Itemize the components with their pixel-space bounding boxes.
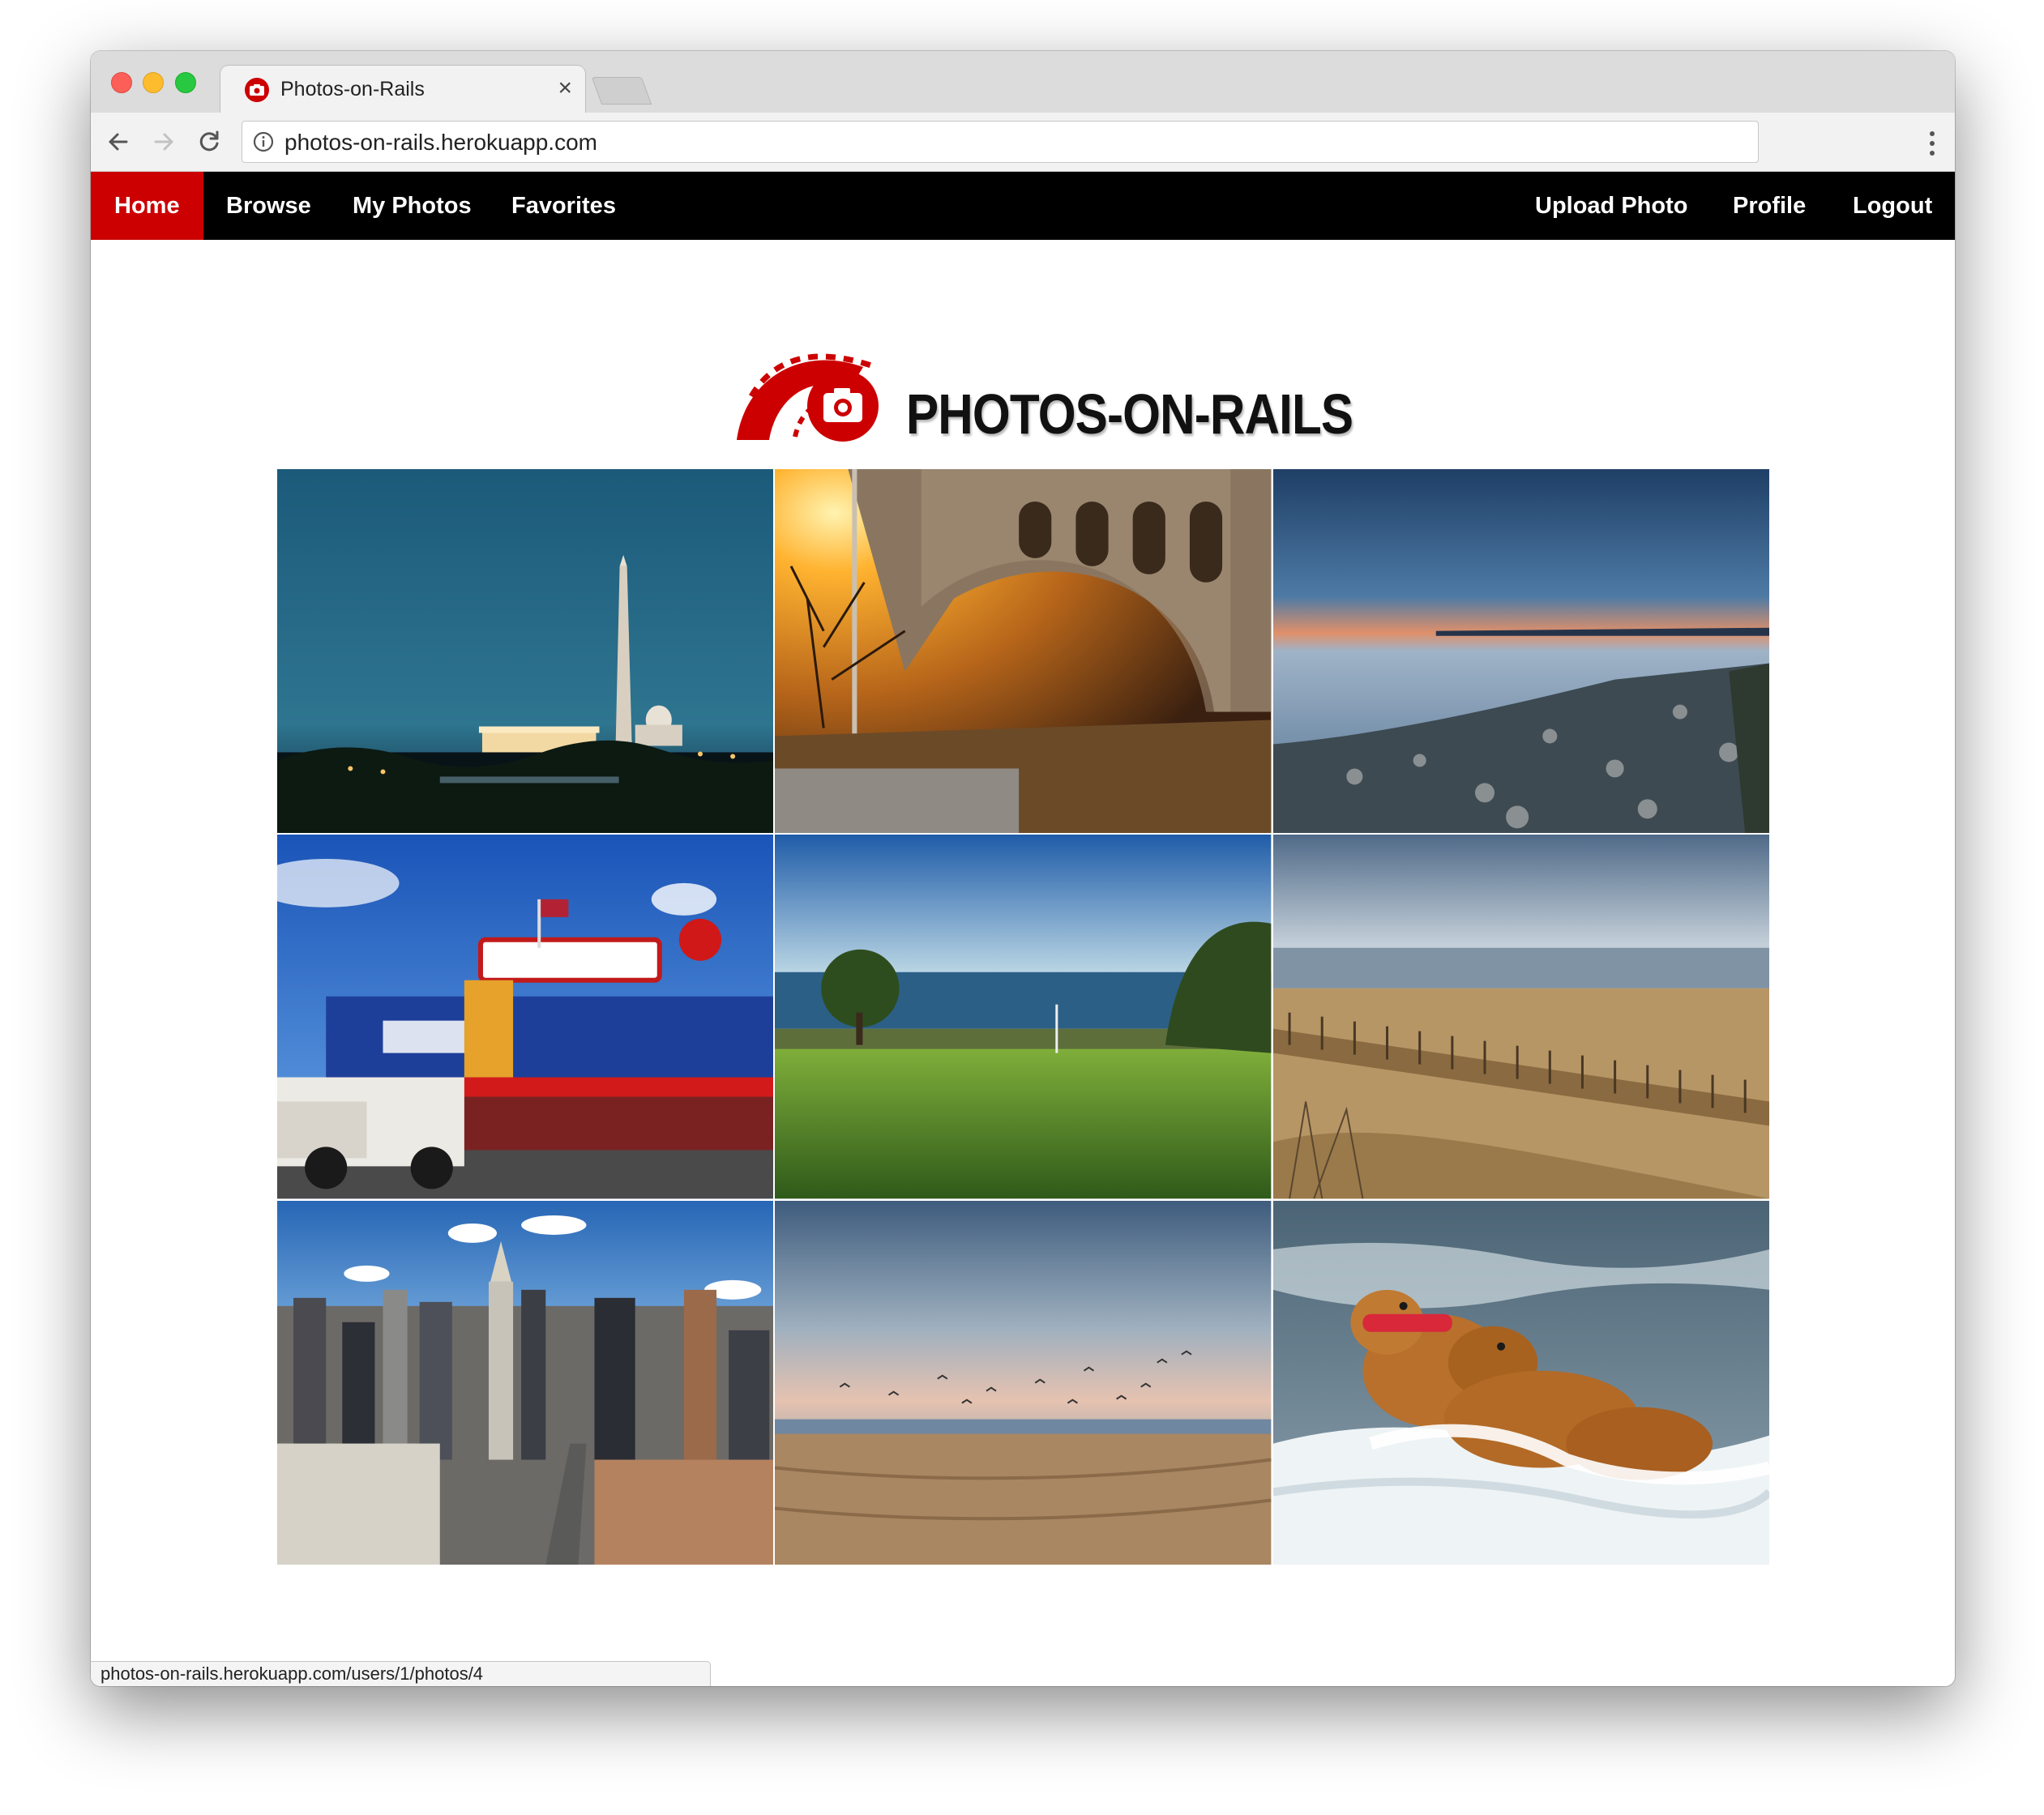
photo-beach-seagulls-sunset[interactable] bbox=[775, 1200, 1272, 1565]
photo-seafood-market-storefront[interactable] bbox=[277, 835, 774, 1199]
tab-close-icon[interactable]: × bbox=[558, 74, 572, 103]
nav-upload-photo[interactable]: Upload Photo bbox=[1512, 172, 1711, 240]
photo-beach-dune-fence[interactable] bbox=[1272, 835, 1769, 1199]
arrow-left-icon[interactable] bbox=[104, 127, 133, 156]
new-tab-button[interactable] bbox=[591, 77, 652, 105]
photo-washington-monument-night[interactable] bbox=[277, 469, 774, 834]
site-navbar: Home Browse My Photos Favorites Upload P… bbox=[91, 172, 1955, 240]
photo-bridge-arch-sunset[interactable] bbox=[775, 469, 1272, 834]
photo-rocky-shore-dusk[interactable] bbox=[1272, 469, 1769, 834]
nav-logout[interactable]: Logout bbox=[1829, 172, 1955, 240]
address-bar[interactable]: photos-on-rails.herokuapp.com bbox=[242, 121, 1759, 163]
brand-name[interactable]: PHOTOS-ON-RAILS bbox=[906, 382, 1353, 446]
nav-home[interactable]: Home bbox=[91, 172, 203, 240]
three-dots-icon[interactable] bbox=[1929, 130, 1935, 156]
nav-my-photos[interactable]: My Photos bbox=[329, 172, 495, 240]
browser-toolbar: photos-on-rails.herokuapp.com bbox=[91, 113, 1955, 172]
nav-browse[interactable]: Browse bbox=[203, 172, 335, 240]
reload-icon[interactable] bbox=[195, 127, 224, 156]
minimize-window-button[interactable] bbox=[143, 72, 164, 93]
photo-grid bbox=[277, 469, 1769, 1565]
nav-favorites[interactable]: Favorites bbox=[488, 172, 639, 240]
photo-manhattan-skyline[interactable] bbox=[277, 1200, 774, 1565]
photo-golf-course-ocean[interactable] bbox=[775, 835, 1272, 1199]
tab-strip: Photos-on-Rails × bbox=[91, 51, 1955, 113]
photo-golden-retrievers-surf[interactable] bbox=[1272, 1200, 1769, 1565]
rails-camera-logo-icon bbox=[737, 353, 879, 442]
info-icon[interactable] bbox=[252, 130, 275, 153]
status-url: photos-on-rails.herokuapp.com/users/1/ph… bbox=[91, 1661, 711, 1686]
maximize-window-button[interactable] bbox=[175, 72, 196, 93]
nav-profile[interactable]: Profile bbox=[1709, 172, 1829, 240]
browser-window: Photos-on-Rails × photos-on-rails.heroku… bbox=[91, 51, 1955, 1686]
camera-icon bbox=[245, 78, 269, 102]
close-window-button[interactable] bbox=[111, 72, 132, 93]
browser-tab[interactable]: Photos-on-Rails × bbox=[220, 66, 585, 113]
url-text: photos-on-rails.herokuapp.com bbox=[284, 130, 597, 155]
arrow-right-icon[interactable] bbox=[149, 127, 178, 156]
tab-title: Photos-on-Rails bbox=[280, 78, 425, 100]
